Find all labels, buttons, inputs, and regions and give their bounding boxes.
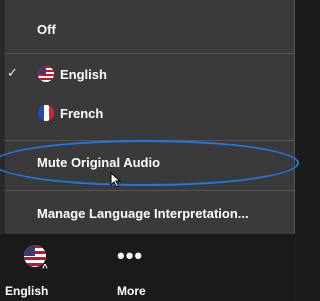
us-flag-icon (38, 66, 54, 82)
menu-item-mute-original-audio[interactable]: Mute Original Audio (5, 145, 294, 179)
france-flag-icon (38, 105, 54, 121)
mouse-cursor-icon (110, 171, 122, 193)
ellipsis-icon: ••• (117, 243, 144, 268)
more-button-label: More (117, 284, 146, 298)
menu-item-label: French (60, 105, 104, 121)
language-button-label: English (5, 284, 49, 298)
menu-item-manage-language-interpretation[interactable]: Manage Language Interpretation... (5, 196, 294, 230)
menu-item-french[interactable]: French (5, 96, 294, 130)
menu-item-label: Mute Original Audio (37, 154, 161, 170)
menu-divider (5, 190, 294, 191)
menu-item-off[interactable]: Off (5, 12, 294, 46)
checkmark-icon: ✓ (7, 65, 18, 80)
caret-up-icon: ^ (42, 263, 48, 274)
menu-item-label: English (60, 66, 107, 82)
interpretation-menu: Off ✓ English French Mute Original Audio… (5, 0, 295, 234)
language-button[interactable]: ^ English (0, 234, 60, 301)
menu-divider (5, 140, 294, 141)
menu-divider (5, 53, 294, 54)
menu-item-english[interactable]: ✓ English (5, 57, 294, 91)
meeting-toolbar: ^ English ••• More (0, 234, 294, 301)
menu-item-label: Manage Language Interpretation... (37, 205, 249, 221)
more-button[interactable]: ••• More (95, 234, 165, 301)
menu-item-label: Off (37, 21, 56, 37)
